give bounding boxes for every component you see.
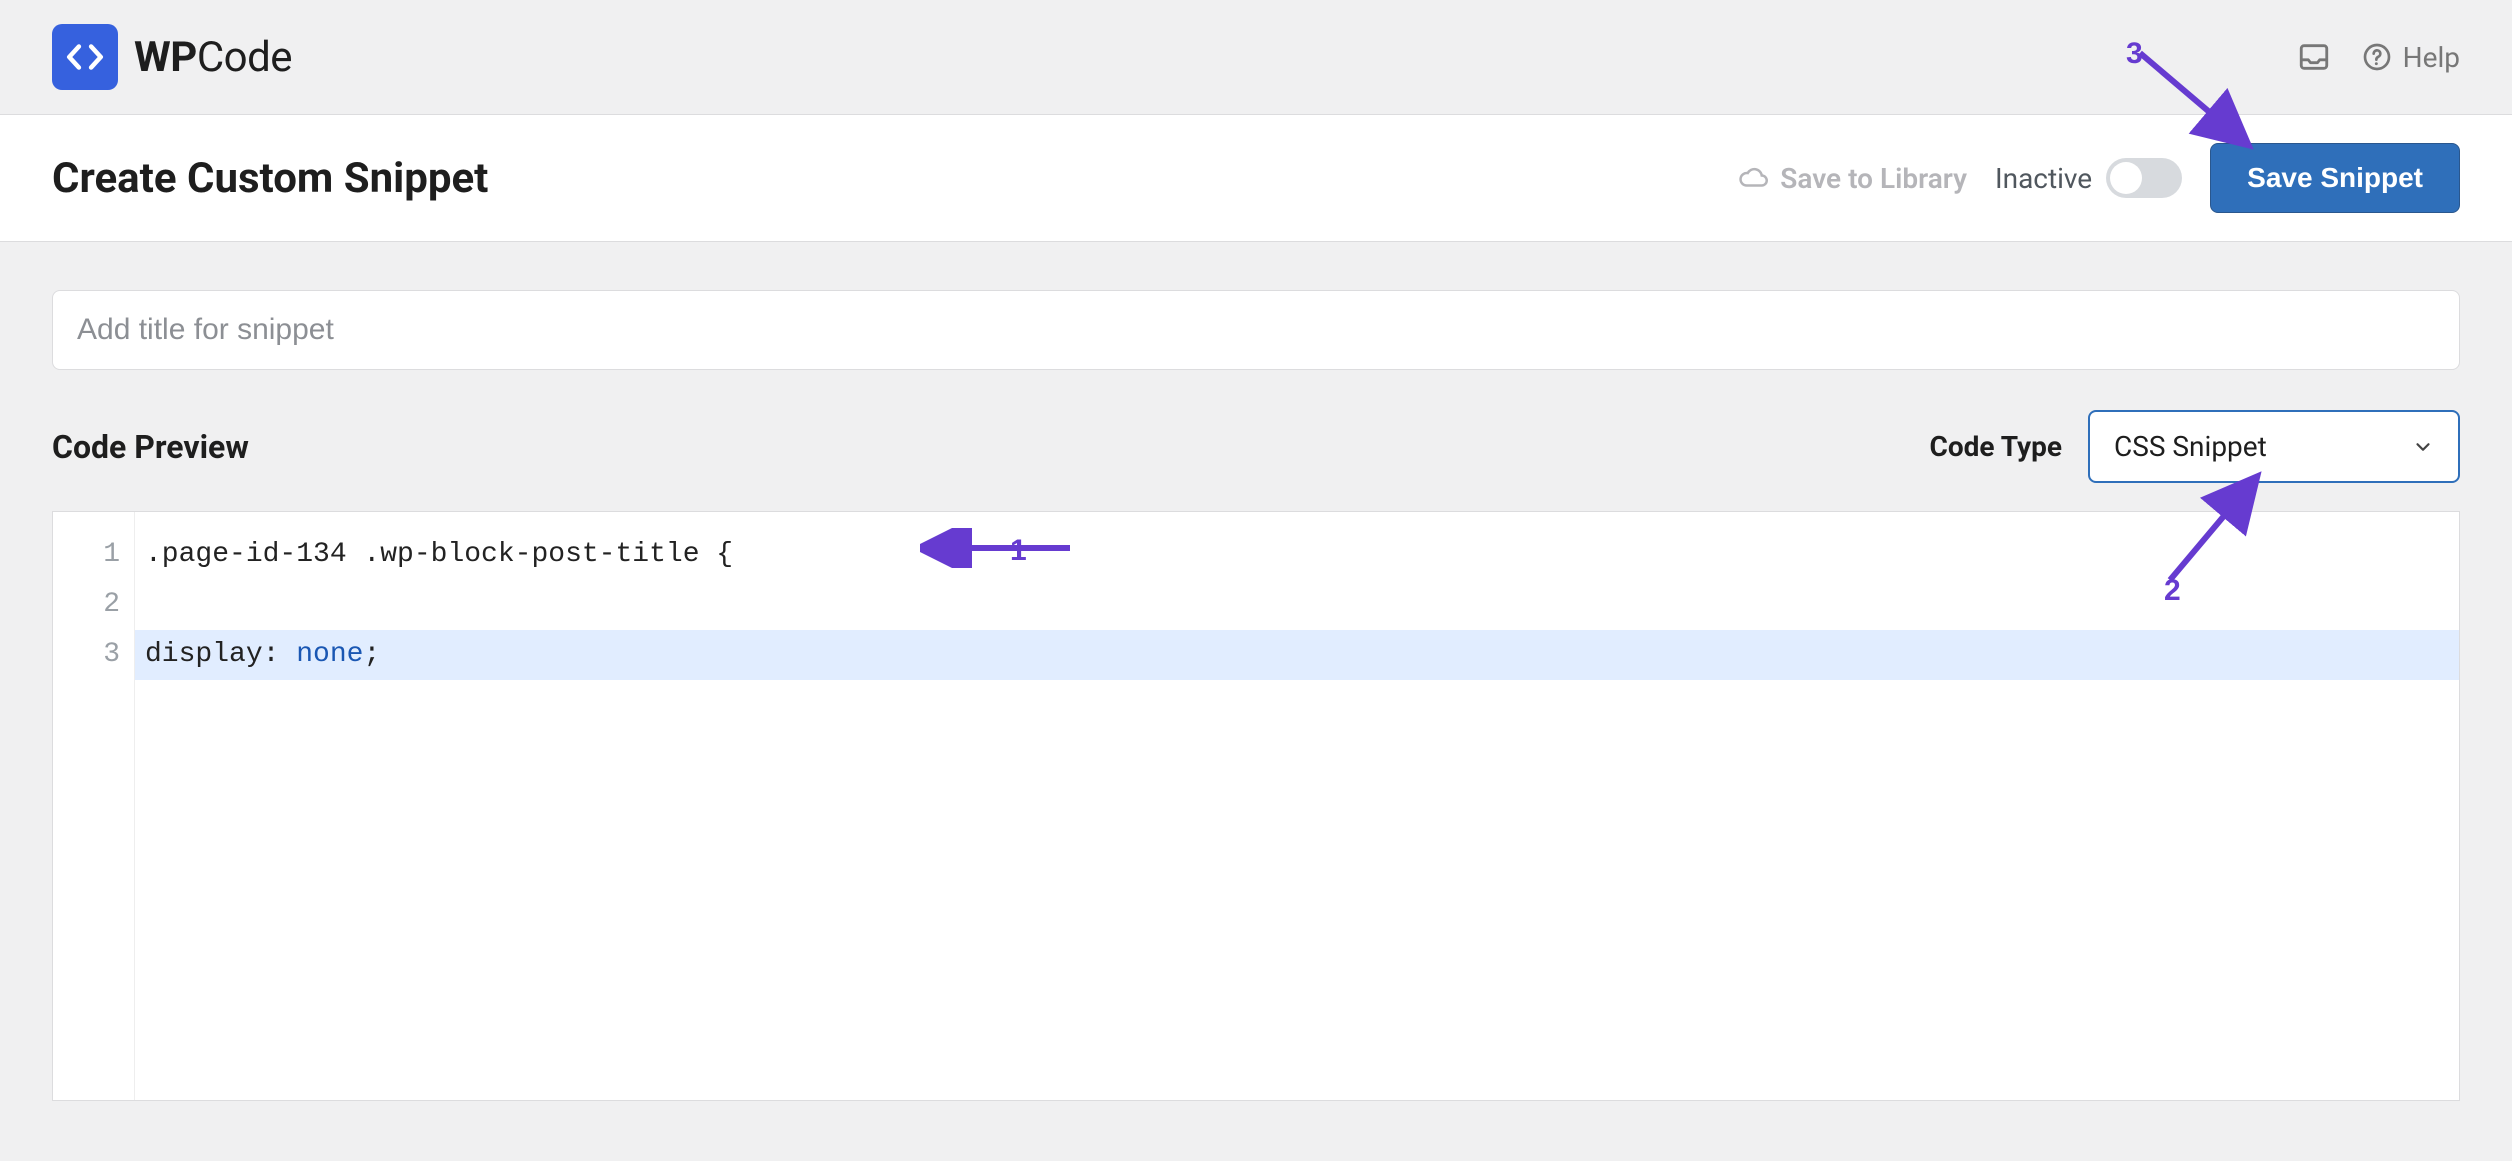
annotation-3-number: 3 (2126, 37, 2143, 71)
actions: Save to Library Inactive Save Snippet (1738, 143, 2460, 213)
topbar-right: Help (2297, 40, 2460, 74)
code-line[interactable] (135, 580, 2459, 630)
code-area[interactable]: 1 .page-id-134 .wp-block-post-title {dis… (135, 512, 2459, 1100)
active-toggle[interactable] (2106, 158, 2182, 198)
code-line[interactable]: display: none; (135, 630, 2459, 680)
save-snippet-button[interactable]: Save Snippet (2210, 143, 2460, 213)
code-slash-icon (64, 36, 106, 78)
code-gutter: 123 (53, 512, 135, 1100)
line-number: 2 (53, 580, 120, 630)
status-label: Inactive (1995, 162, 2092, 195)
line-number: 3 (53, 630, 120, 680)
content: Code Preview Code Type CSS Snippet 2 123… (0, 242, 2512, 1161)
chevron-down-icon (2412, 436, 2434, 458)
brand: WPCode (52, 24, 292, 90)
line-number: 1 (53, 530, 120, 580)
annotation-3: 3 (2130, 43, 2260, 153)
save-to-library-button[interactable]: Save to Library (1738, 162, 1967, 195)
save-to-library-label: Save to Library (1780, 162, 1967, 195)
brand-name: WPCode (134, 33, 292, 82)
action-bar: Create Custom Snippet Save to Library In… (0, 115, 2512, 242)
inbox-icon[interactable] (2297, 40, 2331, 74)
cloud-icon (1738, 163, 1768, 193)
page-title: Create Custom Snippet (52, 154, 488, 203)
help-circle-icon (2361, 41, 2393, 73)
status-toggle-group: Inactive (1995, 158, 2182, 198)
code-line[interactable]: .page-id-134 .wp-block-post-title { (135, 530, 2459, 580)
code-editor[interactable]: 123 1 .page-id-134 .wp-block-post-title … (52, 511, 2460, 1101)
help-label: Help (2403, 41, 2460, 74)
code-type-label: Code Type (1930, 430, 2062, 463)
code-type-select[interactable]: CSS Snippet (2088, 410, 2460, 483)
snippet-title-input[interactable] (52, 290, 2460, 370)
code-preview-heading: Code Preview (52, 428, 249, 466)
code-type-selected: CSS Snippet (2114, 430, 2267, 463)
brand-logo (52, 24, 118, 90)
code-preview-header: Code Preview Code Type CSS Snippet 2 (52, 410, 2460, 483)
help-link[interactable]: Help (2361, 41, 2460, 74)
